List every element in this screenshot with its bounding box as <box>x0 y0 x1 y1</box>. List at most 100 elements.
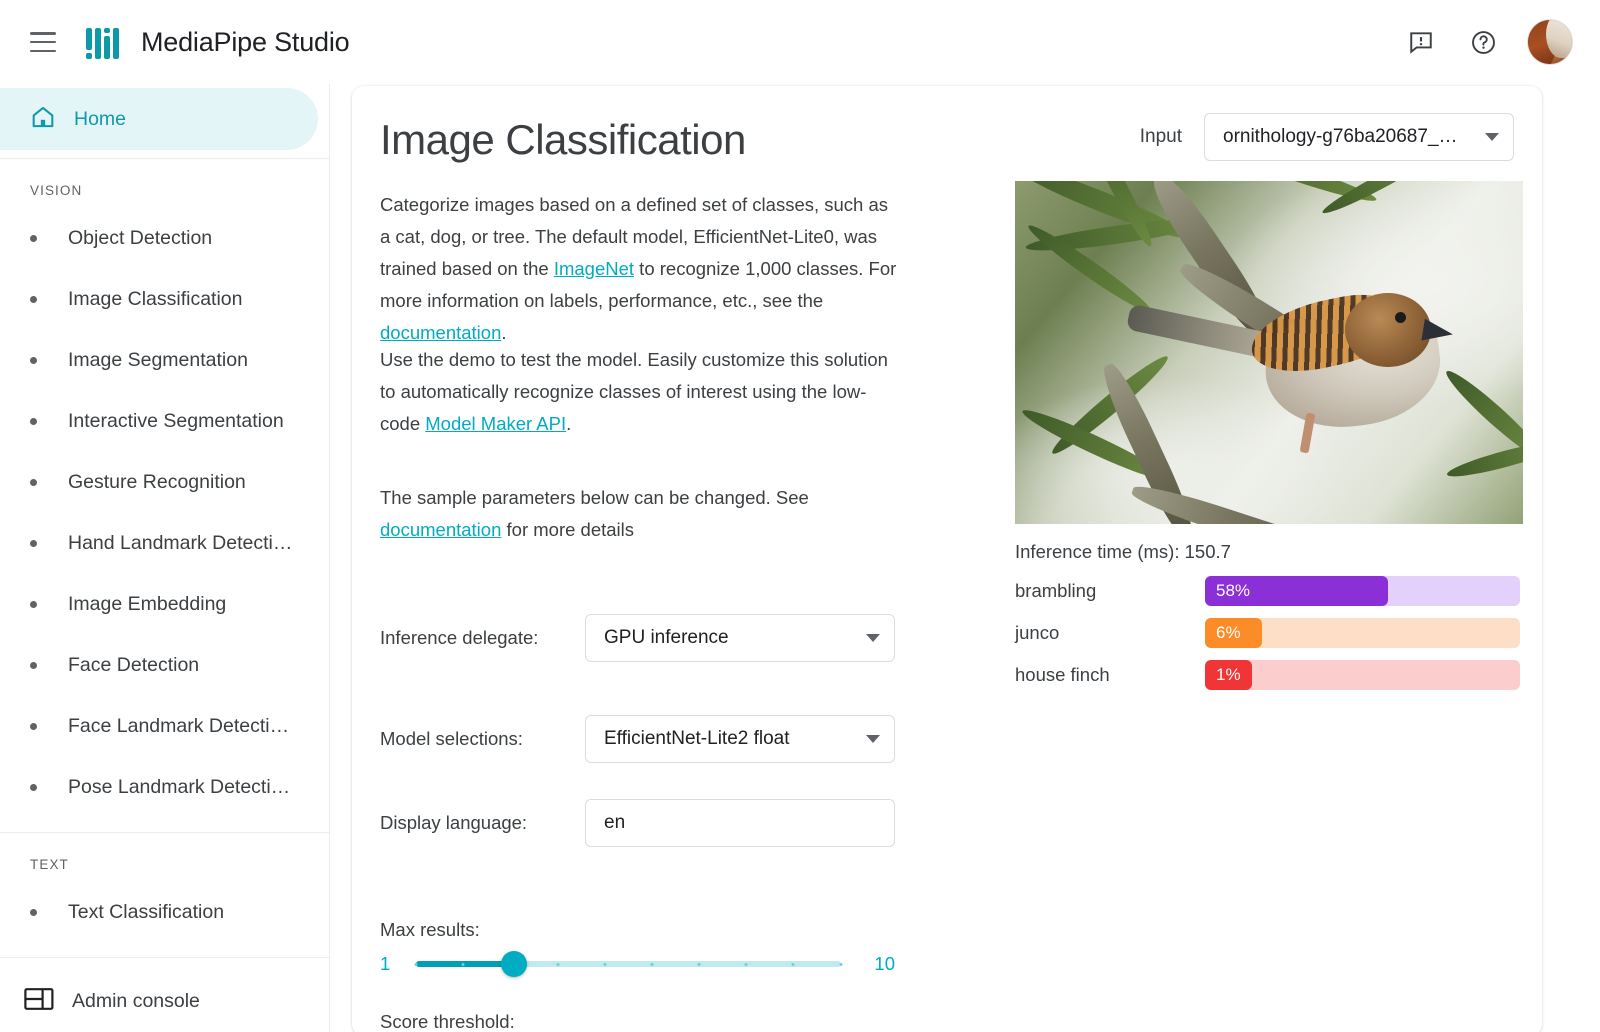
sidebar-item-home[interactable]: Home <box>0 88 318 150</box>
imagenet-link[interactable]: ImageNet <box>554 258 634 279</box>
slider-tick <box>791 962 795 966</box>
chevron-down-icon <box>866 634 880 642</box>
result-label: junco <box>1015 622 1060 643</box>
home-icon <box>30 104 56 135</box>
sidebar-item-face-landmark-detection[interactable]: Face Landmark Detecti… <box>0 696 329 757</box>
sidebar-item-image-embedding[interactable]: Image Embedding <box>0 574 329 635</box>
display-language-value: en <box>604 812 626 833</box>
bullet-icon <box>30 723 37 730</box>
input-row: Input ornithology-g76ba20687_… <box>1140 113 1514 161</box>
input-label: Input <box>1139 126 1182 147</box>
result-bar-fill: 58% <box>1205 576 1388 606</box>
app-title: MediaPipe Studio <box>141 26 350 57</box>
inference-delegate-value: GPU inference <box>604 627 729 648</box>
sidebar-item-label: Image Classification <box>68 288 243 310</box>
page-title: Image Classification <box>380 116 746 163</box>
inference-delegate-row: Inference delegate: GPU inference <box>380 614 895 662</box>
help-circle-icon[interactable] <box>1466 25 1500 59</box>
sidebar-group-title-text: TEXT <box>30 857 69 872</box>
sidebar-item-face-detection[interactable]: Face Detection <box>0 635 329 696</box>
sidebar-item-label: Face Landmark Detecti… <box>68 715 290 737</box>
sidebar-item-interactive-segmentation[interactable]: Interactive Segmentation <box>0 391 329 452</box>
app-root: MediaPipe Studio Home VISION Object Dete… <box>0 0 1600 1032</box>
result-value: 6% <box>1216 623 1241 642</box>
slider-tick <box>414 962 418 966</box>
inference-delegate-label: Inference delegate: <box>380 627 539 648</box>
inference-delegate-select[interactable]: GPU inference <box>585 614 895 662</box>
sidebar-item-hand-landmark-detection[interactable]: Hand Landmark Detecti… <box>0 513 329 574</box>
sidebar-item-label: Interactive Segmentation <box>68 410 284 432</box>
result-label: brambling <box>1015 580 1097 601</box>
display-language-input[interactable]: en <box>585 799 895 847</box>
slider-fill <box>416 961 514 967</box>
model-selections-select[interactable]: EfficientNet-Lite2 float <box>585 715 895 763</box>
sidebar-item-label: Image Embedding <box>68 593 227 615</box>
sidebar-divider-3 <box>0 957 329 958</box>
result-value: 1% <box>1216 665 1241 684</box>
documentation-link-2[interactable]: documentation <box>380 519 501 540</box>
slider-tick <box>556 962 560 966</box>
result-row: house finch 1% <box>1015 660 1520 690</box>
sidebar-item-image-classification[interactable]: Image Classification <box>0 269 329 330</box>
bullet-icon <box>30 235 37 242</box>
bullet-icon <box>30 601 37 608</box>
sidebar-item-label-home: Home <box>74 107 127 130</box>
feedback-icon[interactable] <box>1404 25 1438 59</box>
sidebar-item-label-admin: Admin console <box>72 989 200 1012</box>
sidebar-group-title-vision: VISION <box>30 183 83 198</box>
slider-tick <box>461 962 465 966</box>
sidebar-item-image-segmentation[interactable]: Image Segmentation <box>0 330 329 391</box>
slider-tick <box>697 962 701 966</box>
hamburger-menu-icon[interactable] <box>30 32 56 52</box>
sidebar-item-text-classification[interactable]: Text Classification <box>0 882 329 943</box>
bullet-icon <box>30 909 37 916</box>
result-value: 58% <box>1216 581 1251 600</box>
bullet-icon <box>30 540 37 547</box>
max-results-min: 1 <box>380 953 391 974</box>
display-language-label: Display language: <box>380 812 528 833</box>
model-selections-label: Model selections: <box>380 728 523 749</box>
sidebar-item-pose-landmark-detection[interactable]: Pose Landmark Detecti… <box>0 757 329 818</box>
mediapipe-logo-icon <box>86 25 119 59</box>
result-bar-track: 1% <box>1205 660 1520 690</box>
description-paragraph-2: Use the demo to test the model. Easily c… <box>380 344 898 440</box>
input-source-value: ornithology-g76ba20687_… <box>1223 126 1458 147</box>
description-paragraph-1: Categorize images based on a defined set… <box>380 189 898 349</box>
sidebar-item-label: Object Detection <box>68 227 213 249</box>
max-results-slider[interactable] <box>414 951 843 977</box>
result-bar-fill: 6% <box>1205 618 1262 648</box>
slider-tick <box>603 962 607 966</box>
model-selections-row: Model selections: EfficientNet-Lite2 flo… <box>380 715 895 763</box>
slider-tick <box>744 962 748 966</box>
model-maker-api-link[interactable]: Model Maker API <box>425 413 566 434</box>
slider-tick <box>650 962 654 966</box>
sidebar: Home VISION Object Detection Image Class… <box>0 84 330 1032</box>
result-bar-track: 6% <box>1205 618 1520 648</box>
model-selections-value: EfficientNet-Lite2 float <box>604 728 790 749</box>
slider-tick <box>839 962 843 966</box>
sidebar-item-admin-console[interactable]: Admin console <box>0 970 329 1032</box>
bullet-icon <box>30 357 37 364</box>
bullet-icon <box>30 296 37 303</box>
inference-time-text: Inference time (ms): 150.7 <box>1015 541 1231 562</box>
sidebar-item-gesture-recognition[interactable]: Gesture Recognition <box>0 452 329 513</box>
sidebar-item-label: Gesture Recognition <box>68 471 246 493</box>
result-bar-fill: 1% <box>1205 660 1253 690</box>
desc-text: . <box>501 322 507 343</box>
bullet-icon <box>30 662 37 669</box>
documentation-link-1[interactable]: documentation <box>380 322 501 343</box>
user-avatar[interactable] <box>1528 20 1572 64</box>
chevron-down-icon <box>866 735 880 743</box>
bullet-icon <box>30 784 37 791</box>
sidebar-item-label: Pose Landmark Detecti… <box>68 776 291 798</box>
max-results-slider-thumb[interactable] <box>500 951 527 977</box>
score-threshold-label: Score threshold: <box>380 1011 515 1032</box>
input-source-select[interactable]: ornithology-g76ba20687_… <box>1204 113 1514 161</box>
sidebar-item-object-detection[interactable]: Object Detection <box>0 208 329 269</box>
desc-text: . <box>566 413 572 434</box>
result-label: house finch <box>1015 664 1110 685</box>
chevron-down-icon <box>1485 133 1499 141</box>
preview-image <box>1015 181 1523 524</box>
bullet-icon <box>30 479 37 486</box>
max-results-slider-row: 1 10 <box>380 951 895 977</box>
